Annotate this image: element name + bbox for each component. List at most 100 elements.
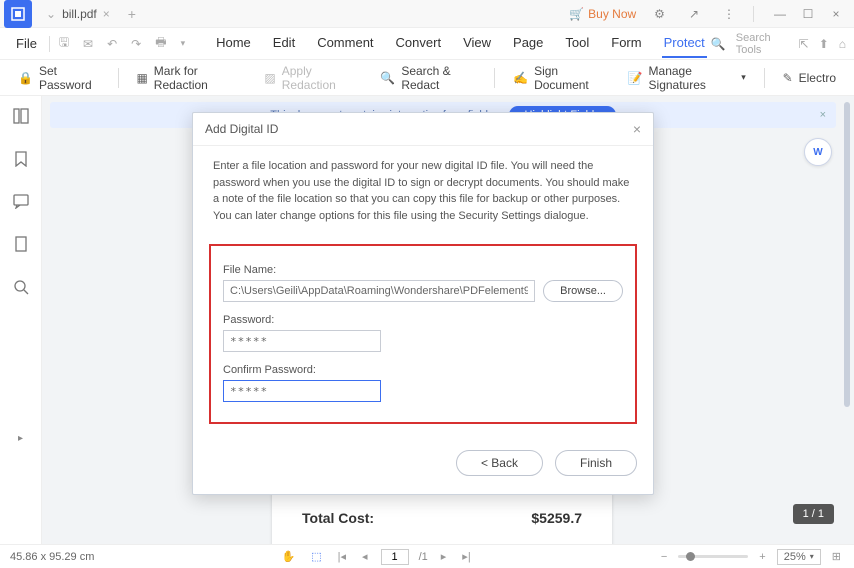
redact-apply-icon: ▨ (264, 71, 275, 85)
fit-view-icon[interactable]: ⊞ (829, 548, 844, 565)
dialog-close-icon[interactable]: × (633, 121, 641, 137)
zoom-value-dropdown[interactable]: 25%▾ (777, 549, 821, 565)
dialog-description: Enter a file location and password for y… (193, 146, 653, 234)
search-panel-icon[interactable] (9, 275, 33, 302)
page-indicator-badge: 1 / 1 (793, 504, 834, 524)
search-redact-button[interactable]: 🔍Search & Redact (370, 60, 486, 96)
chevron-down-icon: ▾ (741, 72, 746, 83)
scrollbar-thumb[interactable] (844, 102, 850, 407)
tab-close-icon[interactable]: × (103, 7, 110, 21)
document-canvas[interactable]: This document contains interactive form … (42, 96, 854, 544)
browse-button[interactable]: Browse... (543, 280, 623, 302)
status-bar: 45.86 x 95.29 cm ✋ ⬚ |◂ ◂ /1 ▸ ▸| − + 25… (0, 544, 854, 568)
first-page-icon[interactable]: |◂ (335, 548, 349, 565)
manage-signatures-button[interactable]: 📝Manage Signatures▾ (618, 60, 756, 96)
next-page-icon[interactable]: ▸ (438, 548, 450, 565)
filename-input[interactable] (223, 280, 535, 302)
filename-label: File Name: (223, 264, 623, 276)
page-number-input[interactable] (381, 549, 409, 565)
file-menu[interactable]: File (8, 32, 45, 55)
search-icon[interactable]: 🔍 (711, 37, 726, 51)
finish-button[interactable]: Finish (555, 450, 637, 476)
menu-tool[interactable]: Tool (563, 29, 591, 58)
cart-icon: 🛒 (569, 7, 584, 21)
search-tools-input[interactable]: Search Tools (736, 32, 777, 56)
save-icon[interactable]: 🖫 (54, 30, 74, 57)
separator (753, 6, 754, 22)
menu-form[interactable]: Form (609, 29, 643, 58)
hand-tool-icon[interactable]: ✋ (279, 548, 299, 565)
prev-page-icon[interactable]: ◂ (359, 548, 371, 565)
redo-icon[interactable]: ↷ (126, 34, 146, 54)
expand-sidebar-icon[interactable]: ▸ (18, 433, 23, 444)
bookmark-icon[interactable] (10, 147, 32, 174)
chevron-down-icon[interactable]: ▾ (176, 35, 191, 52)
page-total: /1 (419, 551, 428, 563)
dialog-title: Add Digital ID (205, 122, 278, 136)
vertical-scrollbar[interactable] (842, 102, 852, 538)
menu-edit[interactable]: Edit (271, 29, 297, 58)
menu-comment[interactable]: Comment (315, 29, 375, 58)
cloud-icon[interactable]: ⚙ (648, 3, 671, 25)
dialog-form-highlight: File Name: Browse... Password: Confirm P… (209, 244, 637, 424)
signatures-icon: 📝 (628, 71, 643, 85)
password-input[interactable] (223, 330, 381, 352)
electronic-signature-button[interactable]: ✎Electro (773, 67, 846, 89)
chevron-down-icon: ▾ (810, 552, 814, 561)
more-icon[interactable]: ⋮ (717, 3, 741, 25)
confirm-password-label: Confirm Password: (223, 364, 623, 376)
esign-icon: ✎ (783, 71, 793, 85)
left-sidebar: ▸ (0, 96, 42, 544)
menu-protect[interactable]: Protect (662, 29, 707, 58)
zoom-slider-thumb[interactable] (686, 552, 695, 561)
minimize-button[interactable]: — (766, 7, 794, 21)
buy-now-link[interactable]: 🛒 Buy Now (569, 7, 636, 21)
undo-icon[interactable]: ↶ (102, 34, 122, 54)
select-tool-icon[interactable]: ⬚ (308, 548, 324, 565)
menu-convert[interactable]: Convert (394, 29, 444, 58)
protect-toolbar: 🔒Set Password ▦Mark for Redaction ▨Apply… (0, 60, 854, 96)
menu-bar: File 🖫 ✉ ↶ ↷ 🖶 ▾ Home Edit Comment Conve… (0, 28, 854, 60)
confirm-password-input[interactable] (223, 380, 381, 402)
close-window-button[interactable]: × (822, 7, 850, 21)
share-titlebar-icon[interactable]: ↗ (683, 3, 705, 25)
banner-close-icon[interactable]: × (820, 109, 826, 121)
thumbnails-icon[interactable] (9, 104, 33, 131)
menu-items: Home Edit Comment Convert View Page Tool… (214, 29, 707, 58)
last-page-icon[interactable]: ▸| (459, 548, 473, 565)
workspace: ▸ This document contains interactive for… (0, 96, 854, 544)
total-label: Total Cost: (302, 510, 374, 526)
cloud-sync-icon[interactable]: ⬆ (819, 37, 829, 51)
tab-title: bill.pdf (62, 7, 97, 21)
sign-icon: ✍ (513, 71, 528, 85)
menu-home[interactable]: Home (214, 29, 253, 58)
search-redact-icon: 🔍 (380, 71, 395, 85)
maximize-button[interactable]: ☐ (794, 7, 822, 21)
comment-panel-icon[interactable] (9, 190, 33, 216)
zoom-in-icon[interactable]: + (756, 549, 768, 565)
mail-icon[interactable]: ✉ (78, 34, 98, 54)
document-tab[interactable]: ⌄ bill.pdf × (36, 0, 120, 27)
total-value: $5259.7 (531, 510, 582, 526)
set-password-button[interactable]: 🔒Set Password (8, 60, 110, 96)
word-export-badge[interactable]: W (804, 138, 832, 166)
attachment-icon[interactable] (10, 232, 32, 259)
print-icon[interactable]: 🖶 (150, 30, 171, 57)
sign-document-button[interactable]: ✍Sign Document (503, 60, 611, 96)
share-icon[interactable]: ⇱ (799, 37, 809, 51)
password-label: Password: (223, 314, 623, 326)
zoom-slider[interactable] (678, 555, 748, 558)
menu-page[interactable]: Page (511, 29, 545, 58)
zoom-out-icon[interactable]: − (658, 549, 670, 565)
page-dimensions: 45.86 x 95.29 cm (10, 551, 94, 563)
apply-redaction-button: ▨Apply Redaction (254, 60, 364, 96)
new-tab-button[interactable]: + (120, 6, 144, 22)
mark-redaction-button[interactable]: ▦Mark for Redaction (126, 60, 248, 96)
separator (49, 36, 50, 52)
tab-dirty-icon: ⌄ (46, 7, 56, 21)
title-bar: ⌄ bill.pdf × + 🛒 Buy Now ⚙ ↗ ⋮ — ☐ × (0, 0, 854, 28)
redact-mark-icon: ▦ (136, 71, 147, 85)
menu-view[interactable]: View (461, 29, 493, 58)
home-icon[interactable]: ⌂ (839, 37, 846, 51)
back-button[interactable]: < Back (456, 450, 543, 476)
